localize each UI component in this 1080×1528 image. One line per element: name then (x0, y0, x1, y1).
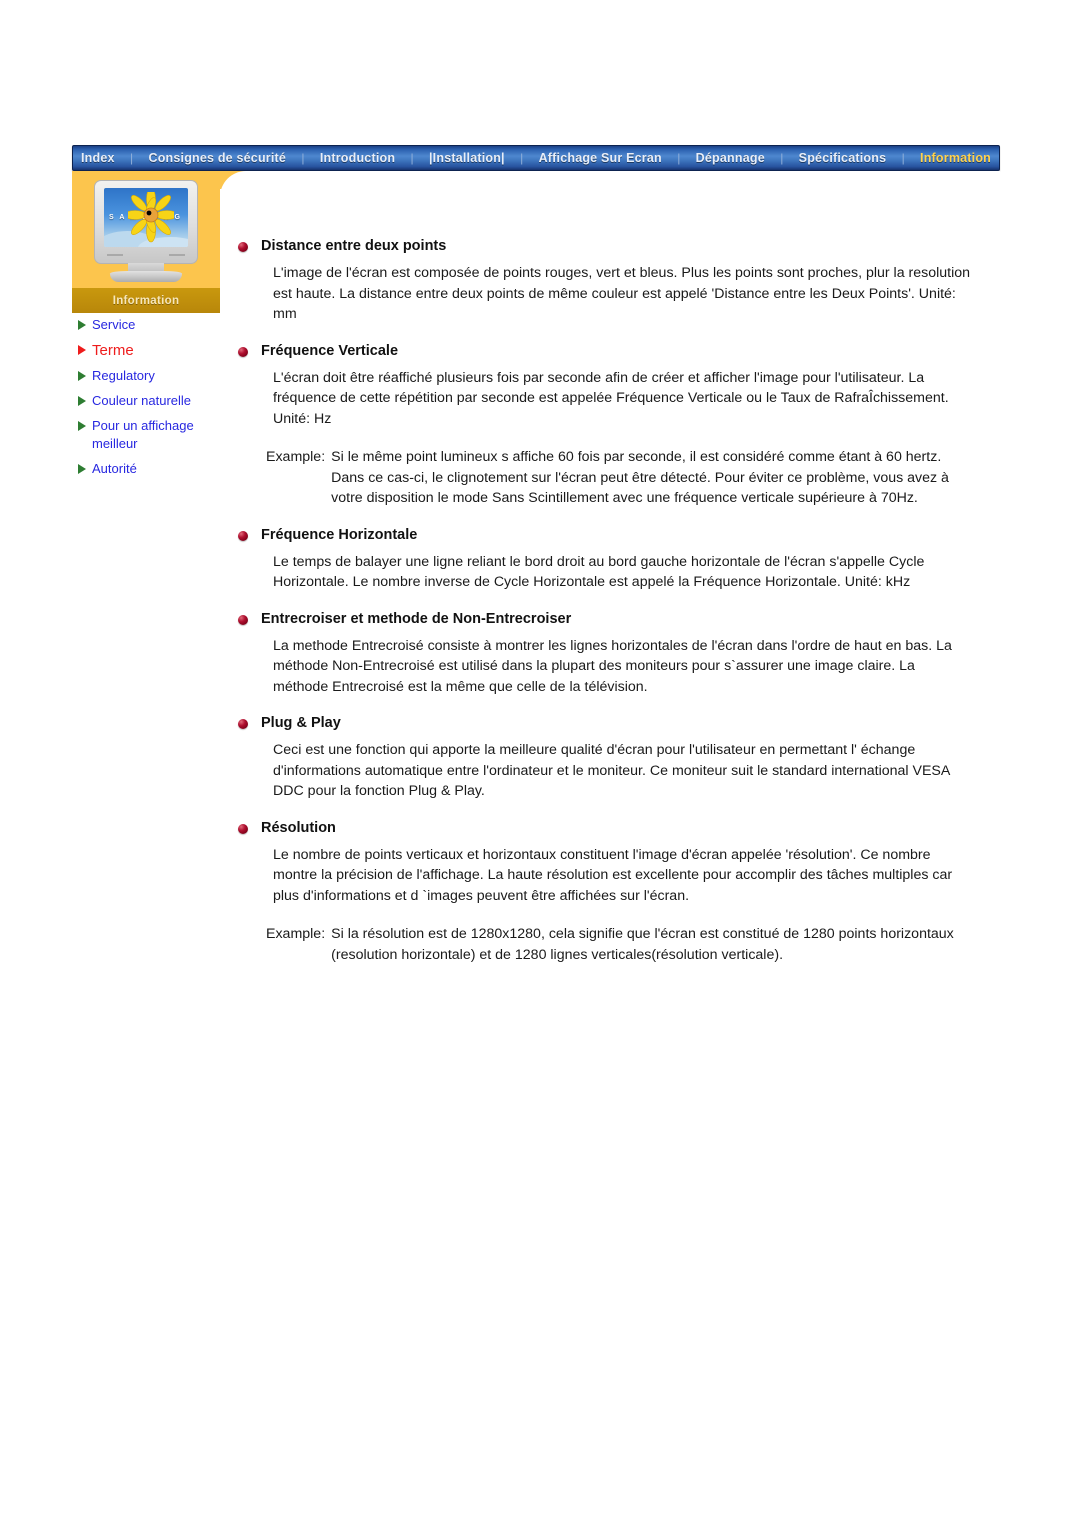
sidebar-nav: Service Terme Regulatory Couleur naturelle P… (76, 316, 226, 485)
nav-separator: | (301, 151, 305, 165)
nav-item-introduction[interactable]: Introduction (318, 151, 397, 165)
sidebar-item-regulatory[interactable]: Regulatory (76, 367, 226, 385)
section-heading: Fréquence Verticale (238, 343, 980, 360)
sidebar-item-label: Regulatory (92, 368, 155, 383)
sidebar-item-autorit[interactable]: Autorité (76, 460, 226, 478)
arrow-right-green-icon (78, 396, 86, 406)
content-section: Plug & Play Ceci est une fonction qui app… (238, 715, 980, 802)
nav-separator: | (780, 151, 784, 165)
nav-bar: Index | Consignes de sécurité | Introduction… (72, 145, 1000, 171)
example-label: Example: (266, 449, 326, 465)
section-example: Example: Si la résolution est de 1280x128… (266, 924, 966, 965)
section-paragraph: Ceci est une fonction qui apporte la mei… (273, 742, 950, 799)
example-text: Si la résolution est de 1280x1280, cela … (331, 926, 954, 963)
bullet-sphere-icon (238, 346, 248, 357)
nav-item-affichage-sur-ecran[interactable]: Affichage Sur Ecran (537, 151, 664, 165)
nav-separator: | (901, 151, 905, 165)
example-label: Example: (266, 926, 326, 942)
section-heading: Plug & Play (238, 715, 980, 732)
top-navigation: Index | Consignes de sécurité | Introduction… (72, 145, 1000, 171)
crt-monitor-icon: S A M S U N G (86, 178, 206, 286)
section-paragraph: L'écran doit être réaffiché plusieurs fo… (273, 369, 949, 427)
section-heading: Entrecroiser et methode de Non-Entrecroi… (238, 611, 980, 628)
sidebar-item-label: Couleur naturelle (92, 393, 192, 408)
sidebar-item-terme[interactable]: Terme (76, 341, 226, 360)
monitor-bezel: S A M S U N G (94, 180, 198, 264)
sidebar-item-label: Service (92, 317, 136, 332)
nav-separator: | (520, 151, 524, 165)
nav-item-d-pannage[interactable]: Dépannage (694, 151, 767, 165)
bullet-sphere-icon (238, 614, 248, 625)
content-section: Fréquence Horizontale Le temps de balayer… (238, 527, 980, 593)
section-heading: Distance entre deux points (238, 238, 980, 255)
section-example: Example: Si le même point lumineux s affi… (266, 447, 966, 509)
bullet-sphere-icon (238, 242, 248, 252)
sidebar-item-couleur-naturelle[interactable]: Couleur naturelle (76, 392, 226, 410)
section-heading: Résolution (238, 820, 980, 837)
sidebar-item-label: Autorité (92, 461, 137, 476)
main-content: Distance entre deux points L'image de l'é… (238, 238, 980, 983)
sidebar-section-tab: Information (72, 288, 220, 313)
flower-icon (123, 188, 179, 247)
section-heading-text: Distance entre deux points (261, 238, 447, 254)
content-section: Résolution Le nombre de points verticaux … (238, 820, 980, 966)
content-section: Fréquence Verticale L'écran doit être réa… (238, 343, 980, 509)
monitor-base (110, 271, 182, 282)
section-heading-text: Entrecroiser et methode de Non-Entrecroi… (261, 610, 572, 627)
sidebar-section-tab-label: Information (112, 294, 180, 307)
sidebar-item-pour-un-affichage-meilleur[interactable]: Pour un affichage meilleur (76, 417, 226, 453)
nav-item-information[interactable]: Information (918, 151, 993, 165)
arrow-right-green-icon (78, 320, 86, 330)
arrow-right-red-icon (78, 345, 86, 355)
nav-item-consignes-de-s-curit[interactable]: Consignes de sécurité (146, 151, 288, 165)
sidebar-item-label: Pour un affichage meilleur (92, 418, 194, 451)
section-heading-text: Fréquence Horizontale (261, 526, 418, 543)
section-paragraph: Le nombre de points verticaux et horizon… (273, 846, 953, 904)
nav-item-sp-cifications[interactable]: Spécifications (797, 151, 889, 165)
monitor-screen: S A M S U N G (104, 188, 188, 247)
nav-separator: | (130, 151, 134, 165)
section-paragraph: L'image de l'écran est composée de point… (273, 265, 971, 322)
nav-item-installation[interactable]: |Installation| (427, 151, 507, 165)
arrow-right-green-icon (78, 421, 86, 431)
section-heading-text: Résolution (261, 819, 336, 836)
section-paragraph: La methode Entrecroisé consiste à montre… (273, 637, 952, 695)
nav-item-index[interactable]: Index (79, 151, 117, 165)
nav-separator: | (410, 151, 414, 165)
example-text: Si le même point lumineux s affiche 60 f… (331, 449, 949, 506)
page-root: Index | Consignes de sécurité | Introduction… (0, 0, 1080, 1528)
bullet-sphere-icon (238, 823, 248, 834)
section-heading-text: Plug & Play (261, 715, 341, 731)
nav-separator: | (677, 151, 681, 165)
content-section: Distance entre deux points L'image de l'é… (238, 238, 980, 325)
bullet-sphere-icon (238, 530, 248, 541)
content-section: Entrecroiser et methode de Non-Entrecroi… (238, 611, 980, 698)
arrow-right-green-icon (78, 464, 86, 474)
sidebar-item-label: Terme (92, 342, 134, 359)
section-paragraph: Le temps de balayer une ligne reliant le… (273, 553, 925, 591)
bullet-sphere-icon (238, 719, 248, 729)
monitor-chin (104, 250, 188, 260)
sidebar-item-service[interactable]: Service (76, 316, 226, 334)
arrow-right-green-icon (78, 371, 86, 381)
section-heading-text: Fréquence Verticale (261, 342, 399, 359)
section-heading: Fréquence Horizontale (238, 527, 980, 544)
